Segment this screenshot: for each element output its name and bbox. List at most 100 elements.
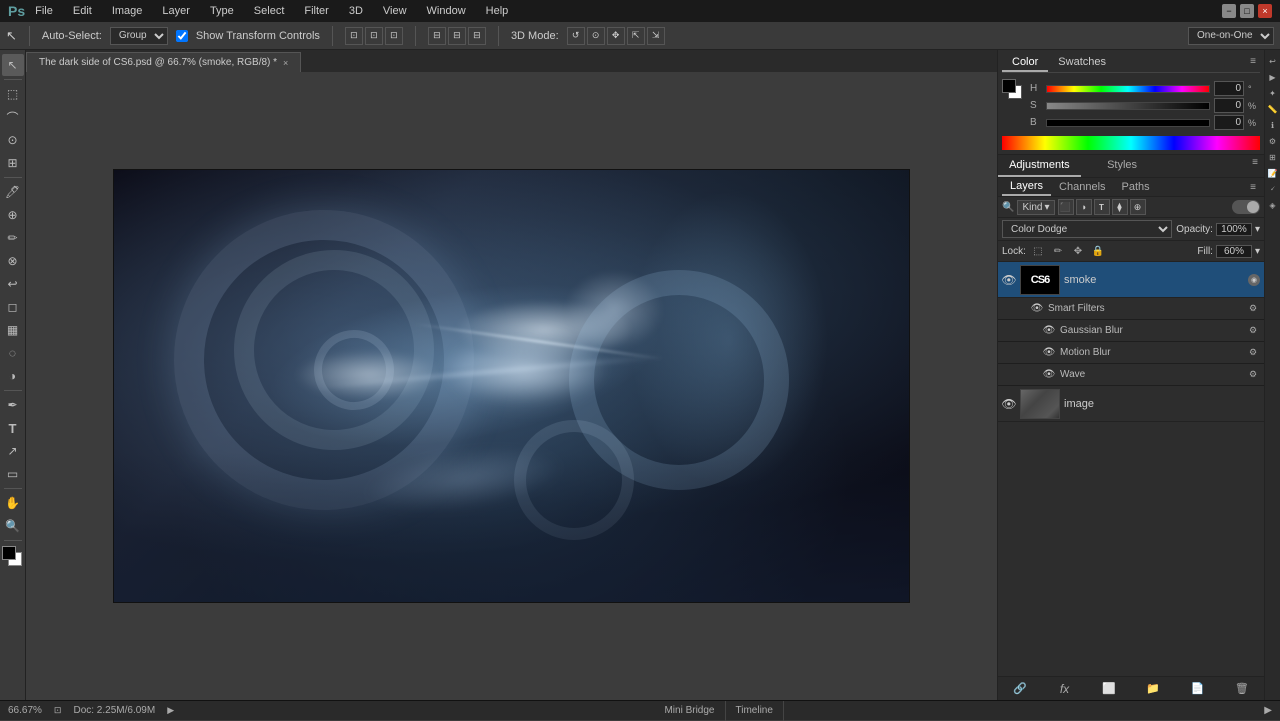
b-slider[interactable]: [1046, 119, 1210, 127]
sublayer-smart-filters[interactable]: 👁 Smart Filters ⚙: [998, 298, 1264, 320]
3d-slide-icon[interactable]: ⇱: [627, 27, 645, 45]
menu-layer[interactable]: Layer: [158, 3, 194, 19]
crop-tool[interactable]: ⊞: [2, 152, 24, 174]
new-layer-button[interactable]: 📄: [1187, 679, 1207, 699]
menu-type[interactable]: Type: [206, 3, 238, 19]
filter-smart-icon[interactable]: ⊕: [1130, 199, 1146, 215]
tab-color[interactable]: Color: [1002, 54, 1048, 72]
lasso-tool[interactable]: ⌒: [2, 106, 24, 128]
fg-swatch[interactable]: [1002, 79, 1016, 93]
shape-tool[interactable]: ▭: [2, 463, 24, 485]
opacity-value[interactable]: 100%: [1216, 223, 1252, 236]
color-swatches[interactable]: [2, 546, 24, 572]
delete-layer-button[interactable]: 🗑: [1232, 679, 1252, 699]
color-swatch-display[interactable]: [1002, 79, 1024, 101]
add-mask-button[interactable]: ⬜: [1099, 679, 1119, 699]
add-fx-button[interactable]: fx: [1054, 679, 1074, 699]
move-tool[interactable]: ↖: [2, 54, 24, 76]
mini-bridge-tab[interactable]: Mini Bridge: [654, 701, 725, 721]
doc-size[interactable]: Doc: 2.25M/6.09M: [73, 705, 155, 716]
tab-close-button[interactable]: ×: [283, 58, 288, 68]
tab-styles[interactable]: Styles: [1081, 155, 1164, 177]
filter-shape-icon[interactable]: ⧫: [1112, 199, 1128, 215]
compass-btn[interactable]: ✦: [1266, 86, 1280, 100]
zoom-level[interactable]: 66.67%: [8, 705, 42, 716]
sublayer-gaussian-blur[interactable]: 👁 Gaussian Blur ⚙: [998, 320, 1264, 342]
sublayer-mb-settings-icon[interactable]: ⚙: [1246, 346, 1260, 360]
s-value[interactable]: 0: [1214, 98, 1244, 113]
path-select-tool[interactable]: ↗: [2, 440, 24, 462]
tab-swatches[interactable]: Swatches: [1048, 54, 1116, 72]
layer-smoke-visibility[interactable]: 👁: [1002, 273, 1016, 287]
minimize-button[interactable]: −: [1222, 4, 1236, 18]
blur-tool[interactable]: ◌: [2, 342, 24, 364]
tab-adjustments[interactable]: Adjustments: [998, 155, 1081, 177]
path-btn[interactable]: 🗸: [1266, 182, 1280, 196]
auto-select-dropdown[interactable]: Group Layer: [110, 27, 168, 45]
pen-tool[interactable]: ✒: [2, 394, 24, 416]
document-tab[interactable]: The dark side of CS6.psd @ 66.7% (smoke,…: [26, 52, 301, 72]
sublayer-gb-settings-icon[interactable]: ⚙: [1246, 324, 1260, 338]
note-btn[interactable]: 📝: [1266, 166, 1280, 180]
menu-select[interactable]: Select: [250, 3, 289, 19]
3d-roll-icon[interactable]: ⊙: [587, 27, 605, 45]
menu-filter[interactable]: Filter: [300, 3, 332, 19]
sublayer-gb-visibility[interactable]: 👁: [1042, 324, 1056, 338]
align-left-icon[interactable]: ⊡: [345, 27, 363, 45]
layer-image-visibility[interactable]: 👁: [1002, 397, 1016, 411]
menu-file[interactable]: File: [31, 3, 57, 19]
filter-kind-dropdown[interactable]: Kind ▾: [1017, 200, 1054, 215]
history-tool[interactable]: ↩: [2, 273, 24, 295]
dist1-icon[interactable]: ⊟: [428, 27, 446, 45]
marquee-tool[interactable]: ⬚: [2, 83, 24, 105]
new-group-button[interactable]: 📁: [1143, 679, 1163, 699]
layers-panel-menu[interactable]: ≡: [1246, 180, 1260, 195]
link-layers-button[interactable]: 🔗: [1010, 679, 1030, 699]
text-tool[interactable]: T: [2, 417, 24, 439]
blend-mode-select[interactable]: Color Dodge Normal Multiply Screen: [1002, 220, 1172, 238]
info-btn[interactable]: ℹ: [1266, 118, 1280, 132]
lock-position-icon[interactable]: ✥: [1070, 243, 1086, 259]
foreground-color[interactable]: [2, 546, 16, 560]
3d-pan-icon[interactable]: ✥: [607, 27, 625, 45]
opacity-arrow[interactable]: ▾: [1255, 224, 1260, 235]
eraser-tool[interactable]: ◻: [2, 296, 24, 318]
dist3-icon[interactable]: ⊟: [468, 27, 486, 45]
b-value[interactable]: 0: [1214, 115, 1244, 130]
adj-panel-menu[interactable]: ≡: [1246, 155, 1264, 177]
sublayer-wave-settings-icon[interactable]: ⚙: [1246, 368, 1260, 382]
canvas-container[interactable]: [26, 72, 997, 700]
options-btn[interactable]: ⚙: [1266, 134, 1280, 148]
s-slider[interactable]: [1046, 102, 1210, 110]
filter-pixel-icon[interactable]: ⬛: [1058, 199, 1074, 215]
brush-tool[interactable]: ✏: [2, 227, 24, 249]
3d-rotate-icon[interactable]: ↺: [567, 27, 585, 45]
h-value[interactable]: 0: [1214, 81, 1244, 96]
maximize-button[interactable]: □: [1240, 4, 1254, 18]
sublayer-wave[interactable]: 👁 Wave ⚙: [998, 364, 1264, 386]
sublayer-sf-settings-icon[interactable]: ⚙: [1246, 302, 1260, 316]
tab-paths[interactable]: Paths: [1114, 179, 1158, 195]
sublayer-motion-blur[interactable]: 👁 Motion Blur ⚙: [998, 342, 1264, 364]
align-right-icon[interactable]: ⊡: [385, 27, 403, 45]
lock-pixels-icon[interactable]: ✏: [1050, 243, 1066, 259]
zoom-tool[interactable]: 🔍: [2, 515, 24, 537]
dodge-tool[interactable]: ◑: [2, 365, 24, 387]
3d-btn[interactable]: ◈: [1266, 198, 1280, 212]
menu-image[interactable]: Image: [108, 3, 147, 19]
h-slider[interactable]: [1046, 85, 1210, 93]
fill-value[interactable]: 60%: [1216, 245, 1252, 258]
sublayer-wave-visibility[interactable]: 👁: [1042, 368, 1056, 382]
quick-select-tool[interactable]: ⊙: [2, 129, 24, 151]
play-btn[interactable]: ▶: [1266, 70, 1280, 84]
tab-channels[interactable]: Channels: [1051, 179, 1113, 195]
healing-tool[interactable]: ⊕: [2, 204, 24, 226]
align-center-icon[interactable]: ⊡: [365, 27, 383, 45]
3d-scale-icon[interactable]: ⇲: [647, 27, 665, 45]
layer-smoke[interactable]: 👁 CS6 smoke ◉: [998, 262, 1264, 298]
lock-all-icon[interactable]: 🔒: [1090, 243, 1106, 259]
workspace-dropdown[interactable]: One-on-One: [1188, 27, 1274, 45]
status-right-arrow[interactable]: ▶: [1264, 705, 1272, 716]
sublayer-sf-visibility[interactable]: 👁: [1030, 302, 1044, 316]
color-spectrum-bar[interactable]: [1002, 136, 1260, 150]
